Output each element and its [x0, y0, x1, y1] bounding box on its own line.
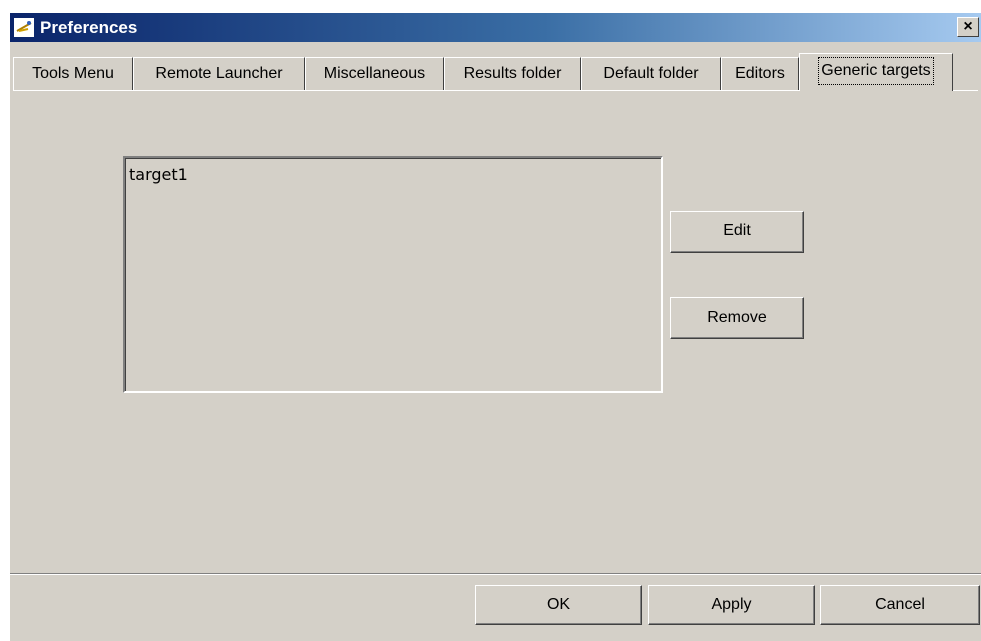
tab-default-folder[interactable]: Default folder	[581, 57, 721, 90]
tab-generic-targets[interactable]: Generic targets	[799, 53, 953, 91]
tab-miscellaneous[interactable]: Miscellaneous	[305, 57, 444, 90]
list-frame: target1	[125, 158, 661, 391]
tab-label: Tools Menu	[32, 65, 114, 82]
close-icon: ×	[963, 18, 973, 35]
edit-button[interactable]: Edit	[670, 211, 804, 253]
cancel-button[interactable]: Cancel	[820, 585, 980, 625]
tab-label: Default folder	[603, 65, 699, 82]
tab-label: Results folder	[463, 65, 562, 82]
tab-label: Remote Launcher	[155, 65, 283, 82]
tab-editors[interactable]: Editors	[721, 57, 799, 90]
tab-results-folder[interactable]: Results folder	[444, 57, 581, 90]
list-item[interactable]: target1	[129, 165, 188, 184]
tab-remote-launcher[interactable]: Remote Launcher	[133, 57, 305, 90]
generic-targets-panel: target1 Edit Remove	[10, 91, 980, 574]
remove-button[interactable]: Remove	[670, 297, 804, 339]
ok-button[interactable]: OK	[475, 585, 642, 625]
tab-label: Editors	[735, 65, 785, 82]
tab-label: Miscellaneous	[323, 65, 426, 82]
close-button[interactable]: ×	[957, 17, 979, 37]
footer-divider-highlight	[10, 574, 981, 575]
preferences-dialog: Preferences × Tools Menu Remote Launcher…	[9, 12, 981, 641]
tab-tools-menu[interactable]: Tools Menu	[13, 57, 133, 90]
tab-label: Generic targets	[818, 57, 934, 85]
apply-button[interactable]: Apply	[648, 585, 815, 625]
window-title: Preferences	[40, 18, 138, 37]
targets-list[interactable]: target1	[123, 156, 663, 393]
app-icon	[14, 18, 34, 37]
title-bar[interactable]: Preferences ×	[10, 13, 981, 42]
